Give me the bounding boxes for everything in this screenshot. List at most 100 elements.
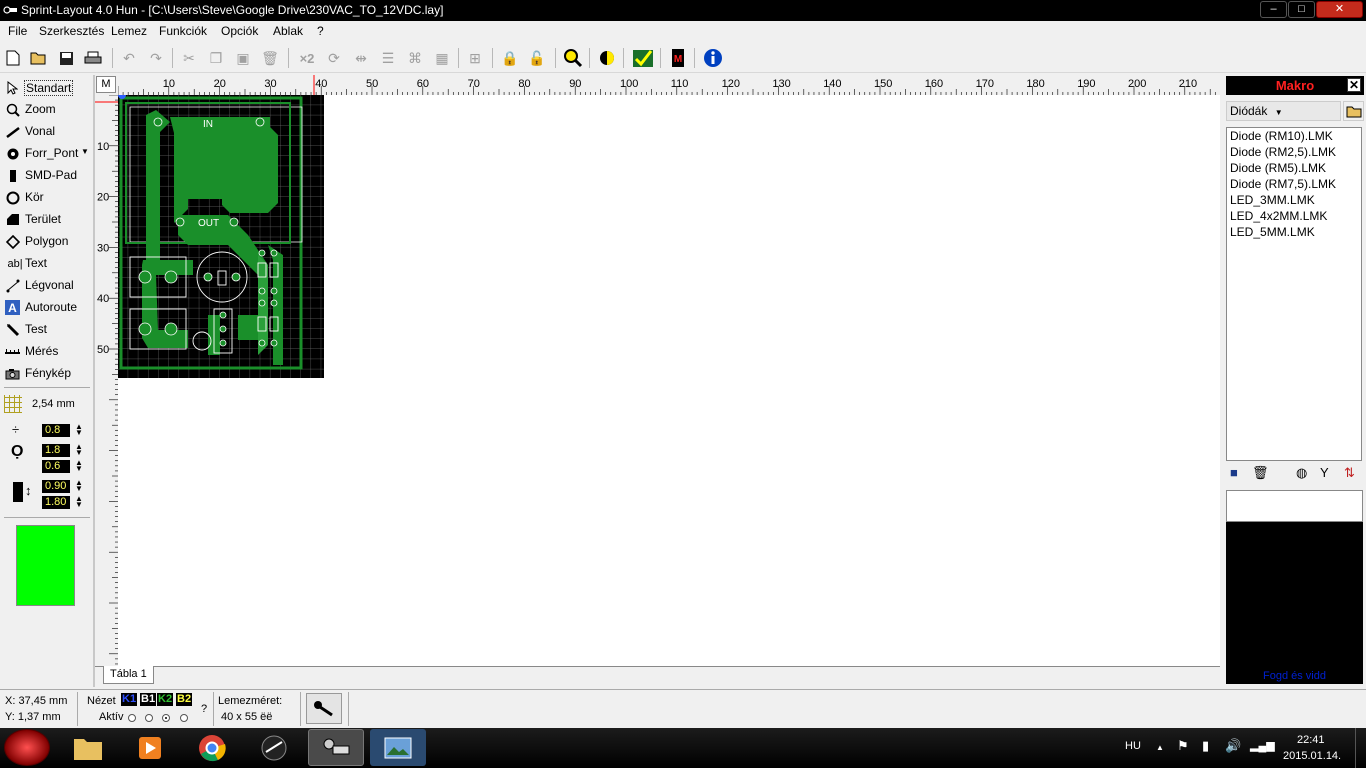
track-width-spinner[interactable]: ▲ ▼ bbox=[75, 423, 83, 437]
maximize-button[interactable]: □ bbox=[1288, 1, 1315, 18]
active-layer-b1-radio[interactable] bbox=[145, 714, 153, 722]
undo-button[interactable]: ↶ bbox=[118, 47, 140, 69]
layer-k1-toggle[interactable]: K1 bbox=[121, 693, 138, 706]
new-file-button[interactable] bbox=[2, 47, 24, 69]
tool-text[interactable]: ab| Text bbox=[2, 253, 91, 273]
info-button[interactable] bbox=[702, 47, 724, 69]
drc-button[interactable] bbox=[632, 47, 654, 69]
active-layer-b2-radio[interactable] bbox=[180, 714, 188, 722]
taskbar-photo-viewer[interactable] bbox=[370, 729, 426, 766]
taskbar-explorer[interactable] bbox=[60, 729, 116, 766]
paste-button[interactable]: ▣ bbox=[232, 47, 254, 69]
route-icon[interactable]: Y bbox=[1320, 465, 1329, 480]
save-button[interactable] bbox=[55, 47, 77, 69]
tool-forr-pont[interactable]: Forr_Pont ▼ bbox=[2, 143, 91, 163]
menu-help[interactable]: ? bbox=[317, 24, 324, 38]
mirror-button[interactable]: ⇹ bbox=[350, 47, 372, 69]
clock-time[interactable]: 22:41 bbox=[1297, 734, 1325, 746]
makro-close-button[interactable]: ✕ bbox=[1347, 78, 1361, 92]
pcb-board[interactable]: IN OUT bbox=[118, 95, 324, 378]
flag-icon[interactable]: ⚑ bbox=[1177, 738, 1189, 754]
pad-outer-value[interactable]: 1.8 bbox=[42, 444, 70, 457]
copy-button[interactable]: ❐ bbox=[205, 47, 227, 69]
pad-inner-value[interactable]: 0.6 bbox=[42, 460, 70, 473]
chevron-down-icon[interactable]: ▼ bbox=[81, 147, 89, 156]
makro-item[interactable]: Diode (RM5).LMK bbox=[1227, 160, 1361, 176]
pad-inner-spinner[interactable]: ▲ ▼ bbox=[75, 459, 83, 473]
makro-item[interactable]: Diode (RM10).LMK bbox=[1227, 128, 1361, 144]
tool-terulet[interactable]: Terület bbox=[2, 209, 91, 229]
layer-help[interactable]: ? bbox=[201, 703, 207, 715]
board-settings-button[interactable] bbox=[306, 693, 342, 724]
rotate-button[interactable]: ⟳ bbox=[323, 47, 345, 69]
open-button[interactable] bbox=[28, 47, 50, 69]
ruler-origin-button[interactable]: M bbox=[96, 76, 116, 93]
language-indicator[interactable]: HU bbox=[1125, 740, 1141, 752]
makro-preview[interactable]: Fogd és vidd bbox=[1226, 522, 1363, 684]
makro-category-select[interactable]: Diódák ▼ bbox=[1226, 101, 1341, 121]
menu-edit[interactable]: Szerkesztés bbox=[39, 24, 104, 38]
tool-legvonal[interactable]: Légvonal bbox=[2, 275, 91, 295]
tab-tabla-1[interactable]: Tábla 1 bbox=[103, 666, 154, 684]
duplicate-button[interactable]: ×2 bbox=[294, 47, 320, 69]
menu-board[interactable]: Lemez bbox=[111, 24, 147, 38]
taskbar-sprint-layout[interactable] bbox=[308, 729, 364, 766]
save-icon[interactable]: ■ bbox=[1230, 465, 1238, 480]
menu-window[interactable]: Ablak bbox=[273, 24, 303, 38]
smd-width-value[interactable]: 0.90 bbox=[42, 480, 70, 493]
redo-button[interactable]: ↷ bbox=[145, 47, 167, 69]
volume-icon[interactable]: 🔊 bbox=[1225, 738, 1241, 754]
makro-item[interactable]: LED_4x2MM.LMK bbox=[1227, 208, 1361, 224]
layer-b2-toggle[interactable]: B2 bbox=[176, 693, 193, 706]
pad-outer-spinner[interactable]: ▲ ▼ bbox=[75, 443, 83, 457]
tool-standart[interactable]: Standart bbox=[2, 77, 91, 97]
grid-setting[interactable]: 2,54 mm bbox=[4, 395, 90, 415]
smd-height-value[interactable]: 1.80 bbox=[42, 496, 70, 509]
tool-kor[interactable]: Kör bbox=[2, 187, 91, 207]
trash-icon[interactable]: 🗑 bbox=[1252, 465, 1269, 481]
pattern-icon[interactable]: ◍ bbox=[1296, 465, 1307, 481]
grid-snap-button[interactable]: ▦ bbox=[431, 47, 453, 69]
layer-k2-toggle[interactable]: K2 bbox=[157, 693, 174, 706]
makro-open-folder-button[interactable] bbox=[1343, 101, 1364, 121]
cut-button[interactable]: ✂ bbox=[178, 47, 200, 69]
active-layer-color[interactable] bbox=[16, 525, 75, 606]
minimize-button[interactable]: – bbox=[1260, 1, 1287, 18]
tool-fenykep[interactable]: Fénykép bbox=[2, 363, 91, 383]
menu-options[interactable]: Opciók bbox=[221, 24, 258, 38]
delete-button[interactable]: 🗑 bbox=[259, 47, 281, 69]
layout-button[interactable]: ⊞ bbox=[464, 47, 486, 69]
swap-icon[interactable]: ⇅ bbox=[1344, 465, 1355, 481]
close-button[interactable]: ✕ bbox=[1316, 1, 1363, 18]
taskbar-chrome[interactable] bbox=[184, 729, 240, 766]
unlock-button[interactable]: 🔓 bbox=[526, 47, 548, 69]
align-button[interactable]: ☰ bbox=[377, 47, 399, 69]
tool-polygon[interactable]: Polygon bbox=[2, 231, 91, 251]
tool-smd-pad[interactable]: SMD-Pad bbox=[2, 165, 91, 185]
active-layer-k1-radio[interactable] bbox=[128, 714, 136, 722]
tool-autoroute[interactable]: A Autoroute bbox=[2, 297, 91, 317]
layer-contrast-button[interactable] bbox=[596, 47, 618, 69]
group-button[interactable]: ⌘ bbox=[404, 47, 426, 69]
device-icon[interactable]: ▮ bbox=[1202, 738, 1209, 754]
tool-vonal[interactable]: Vonal bbox=[2, 121, 91, 141]
layout-canvas[interactable]: IN OUT bbox=[118, 95, 1220, 666]
zoom-button[interactable] bbox=[562, 47, 584, 69]
print-button[interactable] bbox=[82, 47, 104, 69]
layer-b1-toggle[interactable]: B1 bbox=[140, 693, 157, 706]
clock-date[interactable]: 2015.01.14. bbox=[1283, 750, 1341, 762]
menu-file[interactable]: File bbox=[8, 24, 27, 38]
taskbar-media-player[interactable] bbox=[122, 729, 178, 766]
active-layer-k2-radio[interactable] bbox=[162, 714, 170, 722]
smd-height-spinner[interactable]: ▲ ▼ bbox=[75, 495, 83, 509]
taskbar-app[interactable] bbox=[246, 729, 302, 766]
show-desktop-button[interactable] bbox=[1355, 728, 1366, 768]
makro-item[interactable]: Diode (RM7,5).LMK bbox=[1227, 176, 1361, 192]
tool-zoom[interactable]: Zoom bbox=[2, 99, 91, 119]
lock-button[interactable]: 🔒 bbox=[499, 47, 521, 69]
track-width-value[interactable]: 0.8 bbox=[42, 424, 70, 437]
network-icon[interactable]: ▂▄▆ bbox=[1250, 739, 1275, 752]
show-hidden-icons[interactable]: ▲ bbox=[1156, 743, 1164, 752]
makro-item[interactable]: LED_5MM.LMK bbox=[1227, 224, 1361, 240]
menu-functions[interactable]: Funkciók bbox=[159, 24, 207, 38]
